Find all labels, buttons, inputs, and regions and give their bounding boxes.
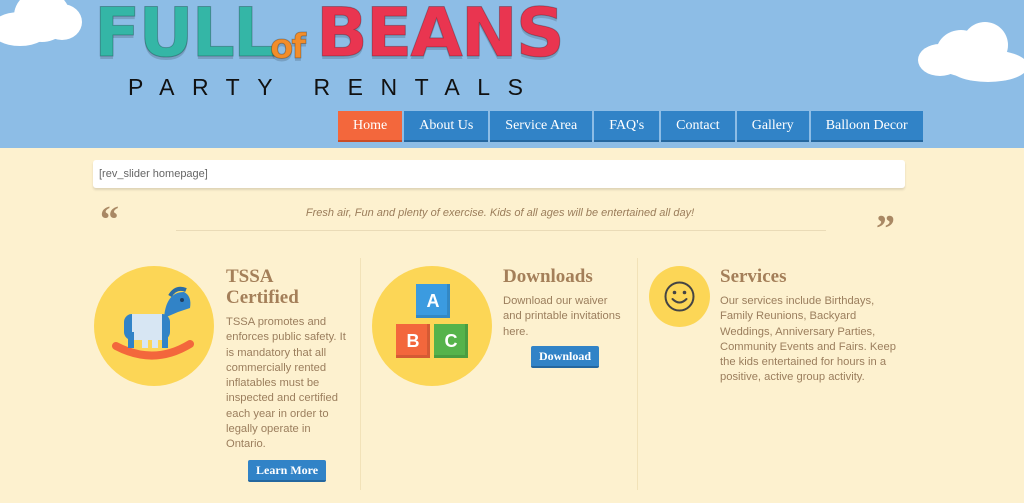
feature-circle-tssa <box>94 266 214 386</box>
logo-word-full: FULL <box>93 0 276 73</box>
site-header: FULL of BEANS PARTY RENTALS Home About Us… <box>0 0 1024 148</box>
download-button[interactable]: Download <box>531 346 600 368</box>
abc-blocks-icon: A B C <box>372 266 492 386</box>
nav-contact[interactable]: Contact <box>661 111 735 142</box>
feature-text-downloads: Download our waiver and printable invita… <box>503 295 621 338</box>
logo-word-of: of <box>269 27 306 67</box>
feature-circle-services <box>649 266 710 327</box>
main-nav: Home About Us Service Area FAQ's Contact Gall… <box>338 111 923 142</box>
feature-divider-2 <box>637 258 638 490</box>
feature-divider-1 <box>360 258 361 490</box>
logo-tagline: PARTY RENTALS <box>128 74 541 100</box>
quote-divider <box>176 230 826 231</box>
feature-title-tssa: TSSA Certified <box>226 266 299 308</box>
feature-title-services: Services <box>720 266 787 287</box>
feature-text-tssa: TSSA promotes and enforces public safety… <box>226 316 346 451</box>
nav-service-area[interactable]: Service Area <box>490 111 593 142</box>
feature-text-services: Our services include Birthdays, Family R… <box>720 295 896 384</box>
feature-title-downloads: Downloads <box>503 266 593 287</box>
cloud-right <box>918 22 1024 86</box>
site-logo[interactable]: FULL of BEANS PARTY RENTALS <box>92 0 565 100</box>
slider-placeholder: [rev_slider homepage] <box>93 160 905 188</box>
block-c: C <box>434 324 468 358</box>
nav-gallery[interactable]: Gallery <box>736 111 809 142</box>
quote-close-mark: ” <box>876 208 895 250</box>
learn-more-button[interactable]: Learn More <box>248 460 327 482</box>
nav-faq-s[interactable]: FAQ's <box>594 111 660 142</box>
nav-home[interactable]: Home <box>338 111 403 142</box>
rocking-horse-icon <box>112 286 194 360</box>
smiley-icon <box>664 281 695 312</box>
feature-circle-downloads: A B C <box>372 266 492 386</box>
nav-about-us[interactable]: About Us <box>404 111 489 142</box>
logo-word-beans: BEANS <box>316 0 566 73</box>
nav-balloon-decor[interactable]: Balloon Decor <box>810 111 923 142</box>
cloud-left <box>0 0 90 50</box>
quote-text: Fresh air, Fun and plenty of exercise. K… <box>305 207 695 219</box>
block-a: A <box>416 284 450 318</box>
block-b: B <box>396 324 430 358</box>
